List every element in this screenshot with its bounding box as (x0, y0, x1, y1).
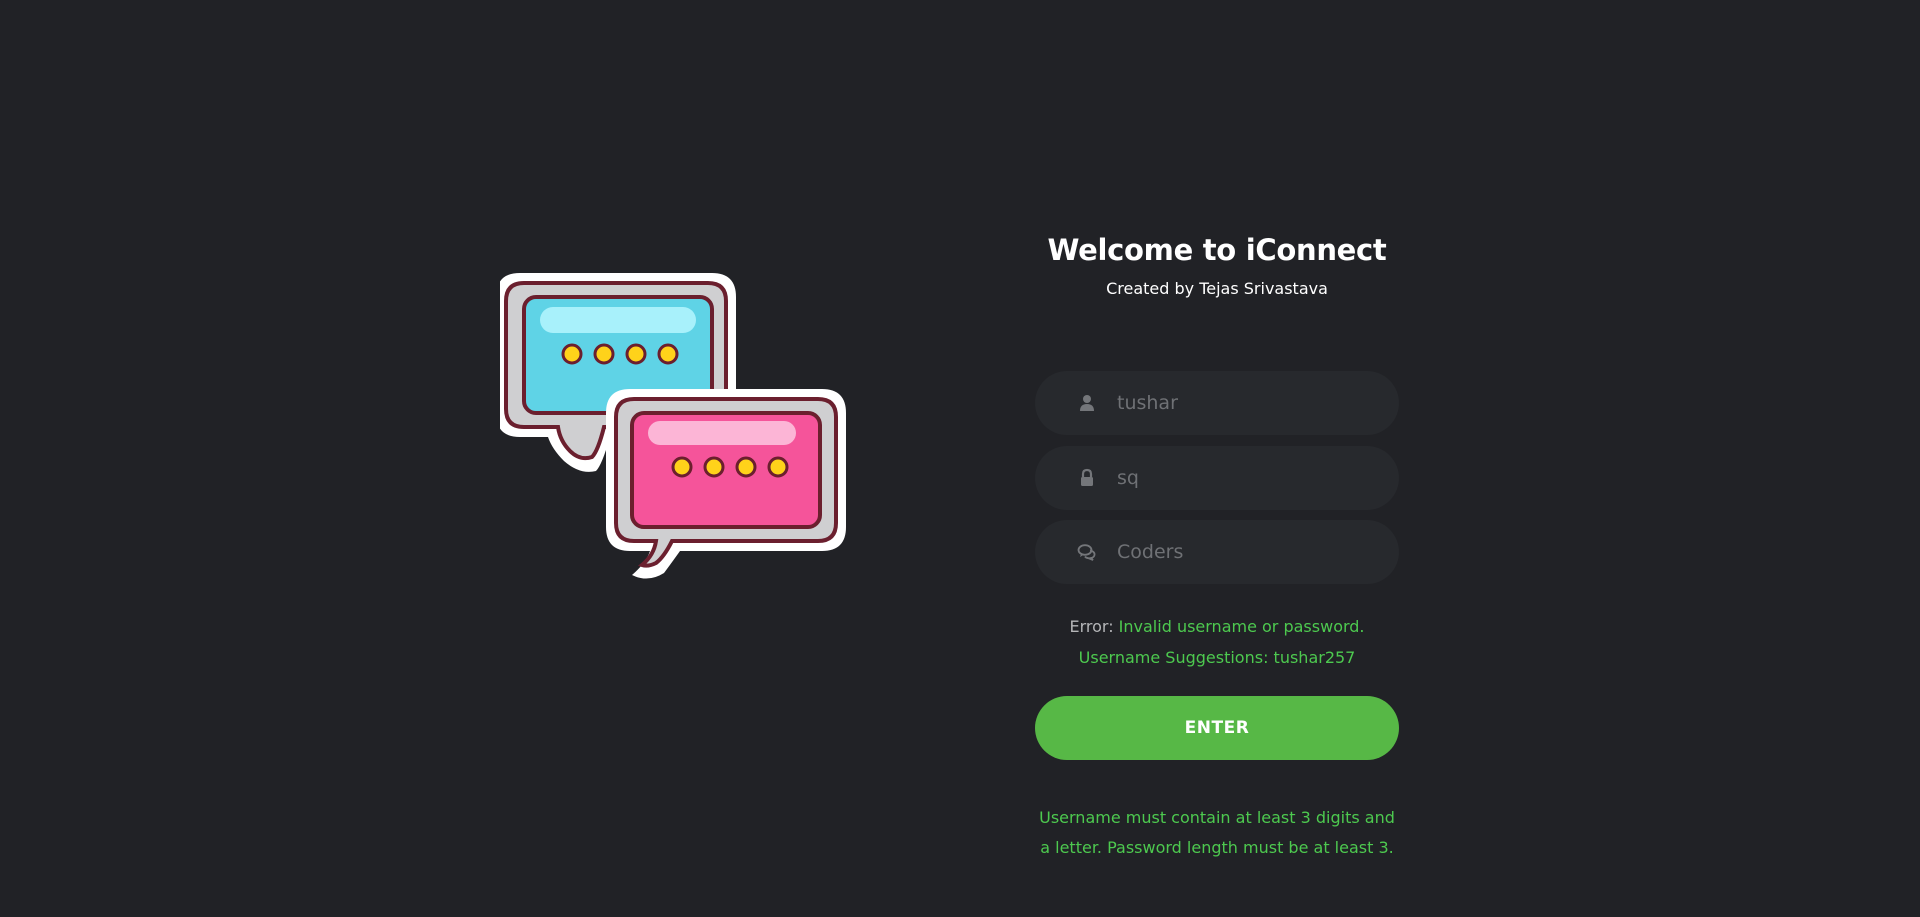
validation-rules: Username must contain at least 3 digits … (1025, 803, 1409, 863)
password-field[interactable] (1035, 446, 1399, 510)
username-input[interactable] (1117, 371, 1377, 435)
rules-line-2: a letter. Password length must be at lea… (1040, 838, 1394, 857)
rules-line-1: Username must contain at least 3 digits … (1039, 808, 1395, 827)
username-field[interactable] (1035, 371, 1399, 435)
chat-bubbles-icon (1077, 544, 1096, 561)
user-icon (1080, 395, 1094, 411)
login-page: Welcome to iConnect Created by Tejas Sri… (0, 0, 1920, 917)
suggestion-label: Username Suggestions: (1078, 648, 1269, 667)
error-text: Invalid username or password. (1118, 617, 1365, 636)
error-prefix: Error: (1069, 617, 1114, 636)
pink-chat-bubble (606, 389, 846, 579)
page-title: Welcome to iConnect (1047, 233, 1387, 267)
room-input[interactable] (1117, 520, 1377, 584)
room-field[interactable] (1035, 520, 1399, 584)
chat-bubbles-logo (500, 273, 846, 579)
password-input[interactable] (1117, 446, 1377, 510)
error-message: Error: Invalid username or password. (1035, 612, 1399, 642)
username-suggestions: Username Suggestions: tushar257 (1035, 643, 1399, 673)
login-panel: Welcome to iConnect Created by Tejas Sri… (1035, 225, 1399, 857)
lock-icon (1081, 468, 1093, 486)
author-credit: Created by Tejas Srivastava (1106, 279, 1328, 298)
suggestion-value: tushar257 (1273, 648, 1356, 667)
enter-button[interactable]: ENTER (1035, 696, 1399, 760)
